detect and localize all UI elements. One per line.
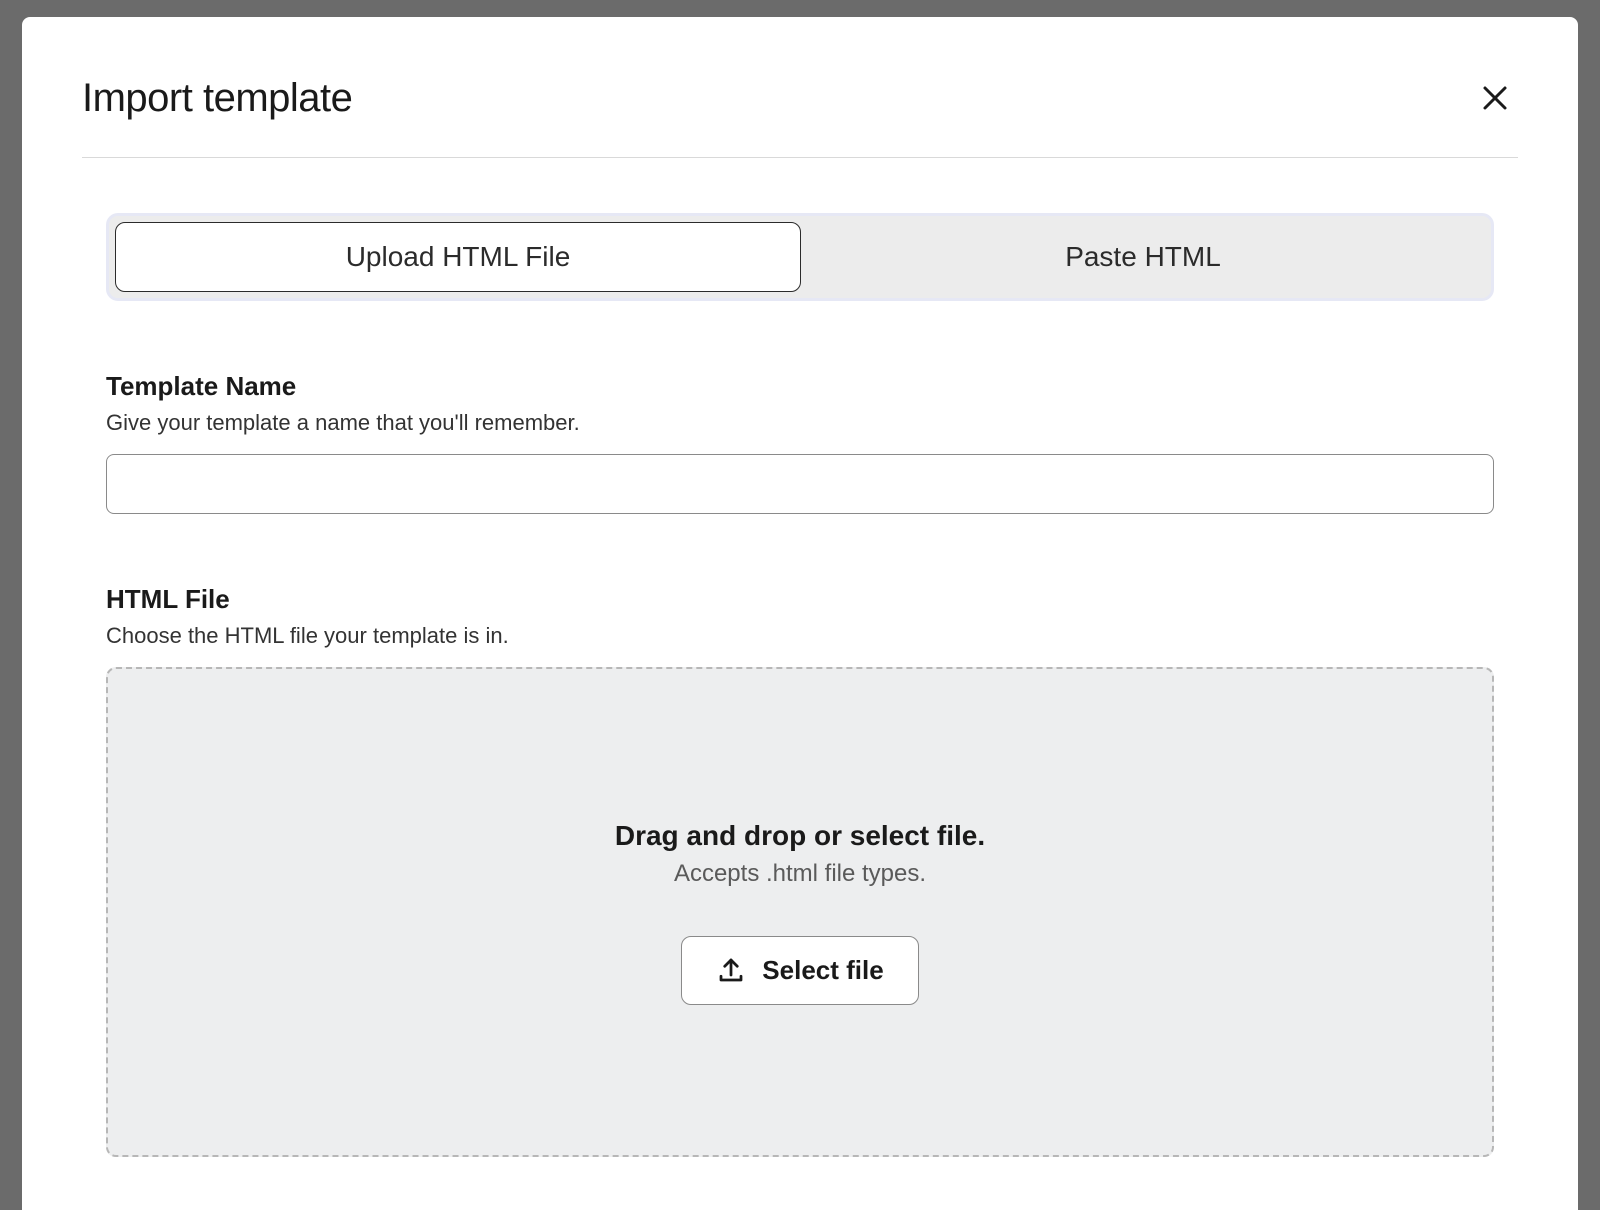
tab-upload-html-file[interactable]: Upload HTML File	[115, 222, 801, 292]
select-file-button[interactable]: Select file	[681, 936, 918, 1005]
divider-wrap	[22, 157, 1578, 158]
modal-header: Import template	[22, 17, 1578, 157]
header-divider	[82, 157, 1518, 158]
tab-switcher: Upload HTML File Paste HTML	[106, 213, 1494, 301]
template-name-help: Give your template a name that you'll re…	[106, 410, 1494, 436]
close-icon	[1480, 83, 1510, 113]
dropzone-subtitle: Accepts .html file types.	[674, 860, 926, 888]
upload-icon	[716, 955, 746, 985]
select-file-button-label: Select file	[762, 955, 883, 986]
template-name-label: Template Name	[106, 371, 1494, 402]
html-file-label: HTML File	[106, 584, 1494, 615]
dropzone-title: Drag and drop or select file.	[615, 820, 985, 852]
template-name-field: Template Name Give your template a name …	[106, 371, 1494, 514]
import-template-modal: Import template Upload HTML File Paste H…	[22, 17, 1578, 1210]
tab-paste-html[interactable]: Paste HTML	[801, 222, 1485, 292]
template-name-input[interactable]	[106, 454, 1494, 514]
close-button[interactable]	[1472, 75, 1518, 121]
tab-switcher-wrap: Upload HTML File Paste HTML	[22, 213, 1578, 301]
modal-body: Template Name Give your template a name …	[22, 371, 1578, 1157]
file-dropzone[interactable]: Drag and drop or select file. Accepts .h…	[106, 667, 1494, 1157]
html-file-field: HTML File Choose the HTML file your temp…	[106, 584, 1494, 1157]
html-file-help: Choose the HTML file your template is in…	[106, 623, 1494, 649]
modal-title: Import template	[82, 76, 352, 121]
